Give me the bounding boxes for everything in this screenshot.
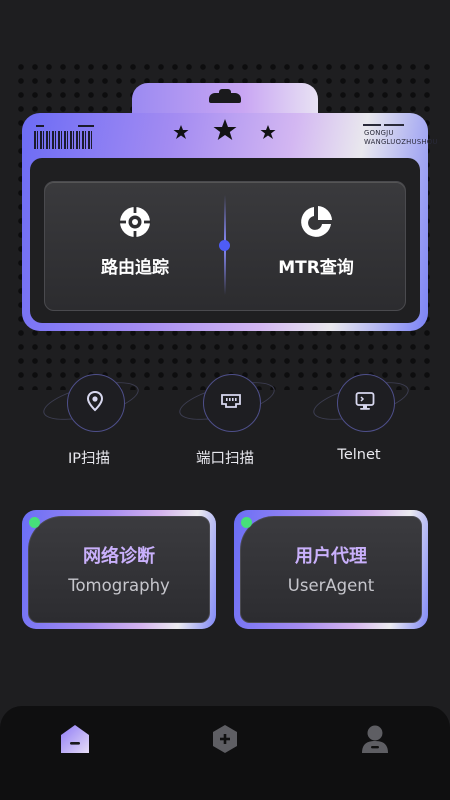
dash-decoration [78, 125, 94, 127]
network-diagnosis-title: 网络诊断 [83, 546, 155, 567]
user-agent-subtitle: UserAgent [287, 576, 375, 595]
network-port-icon [219, 389, 243, 413]
telnet-label: Telnet [337, 447, 381, 463]
home-icon[interactable] [58, 722, 92, 756]
network-diagnosis-subtitle: Tomography [68, 576, 170, 595]
user-agent-title: 用户代理 [295, 546, 367, 567]
user-agent-card[interactable]: 用户代理 UserAgent [234, 510, 428, 629]
divider-dot [219, 240, 230, 251]
target-icon [118, 205, 152, 239]
mtr-query-button[interactable]: MTR查询 [241, 205, 391, 278]
route-trace-button[interactable]: 路由追踪 [60, 205, 210, 278]
mtr-query-label: MTR查询 [278, 258, 354, 278]
status-dot [29, 517, 40, 528]
ip-scan-button[interactable]: IP扫描 [34, 372, 144, 468]
telnet-button[interactable]: Telnet [304, 372, 414, 463]
star-icon [173, 125, 189, 139]
port-scan-label: 端口扫描 [196, 451, 254, 467]
location-pin-icon [83, 389, 107, 413]
star-icon [213, 119, 237, 140]
dash-decoration [36, 125, 44, 127]
ip-scan-label: IP扫描 [67, 451, 111, 467]
card-handle [209, 89, 241, 103]
status-dot [241, 517, 252, 528]
route-trace-label: 路由追踪 [101, 258, 169, 278]
port-scan-button[interactable]: 端口扫描 [170, 372, 280, 468]
barcode-decoration [34, 131, 94, 149]
user-icon[interactable] [358, 722, 392, 756]
pie-chart-icon [299, 205, 333, 239]
brand-line-2: WANGLUOZHUSHOU [364, 138, 438, 146]
network-diagnosis-card[interactable]: 网络诊断 Tomography [22, 510, 216, 629]
stars-decoration [170, 118, 280, 148]
monitor-icon [353, 389, 377, 413]
star-icon [260, 125, 276, 139]
add-hexagon-icon[interactable] [208, 722, 242, 756]
brand-line-1: GONGJU [364, 129, 394, 137]
brand-text: GONGJU WANGLUOZHUSHOU [326, 124, 438, 147]
